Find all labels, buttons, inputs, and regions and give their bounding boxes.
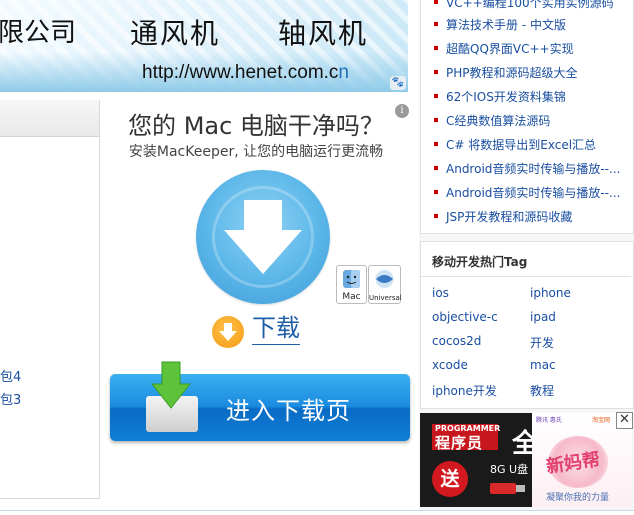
article-title[interactable]: PHP教程和源码超级大全 (446, 66, 578, 80)
bullet-icon (434, 70, 438, 74)
banner-product-2: 轴风机 (278, 17, 369, 50)
ad-subtitle[interactable]: 安装MacKeeper, 让您的电脑运行更流畅 (100, 141, 412, 161)
bullet-icon (434, 190, 438, 194)
universal-badge: Universal (368, 265, 402, 304)
article-title[interactable]: JSP开发教程和源码收藏 (446, 210, 572, 224)
ad2-usb-text: 8G U盘 (490, 463, 529, 476)
bullet-icon (434, 214, 438, 218)
tag-link[interactable]: ios (432, 286, 449, 300)
tag-divider (421, 276, 631, 277)
article-item[interactable]: JSP开发教程和源码收藏 (430, 208, 630, 225)
tag-link[interactable]: cocos2d (432, 334, 481, 348)
article-item[interactable]: C# 将数据导出到Excel汇总 (430, 136, 630, 153)
left-link-1[interactable]: 包4 (0, 366, 21, 385)
bottom-ad[interactable]: PROGRAMMER 程序员 全 送 8G U盘 腾讯 惠氏 淘宝网 新妈帮 凝… (420, 413, 632, 507)
company-banner-ad[interactable]: 限公司 通风机 轴风机 http://www.henet.com.cn 🐾 (0, 0, 408, 92)
mac-badge: Mac (336, 265, 367, 304)
article-title[interactable]: 算法技术手册 - 中文版 (446, 18, 566, 32)
tag-link[interactable]: ipad (530, 310, 556, 324)
article-item[interactable]: 62个IOS开发资料集锦 (430, 88, 630, 105)
bullet-icon (434, 46, 438, 50)
download-small-arrow-icon (219, 323, 237, 341)
bullet-icon (434, 142, 438, 146)
article-title[interactable]: VC++编程100个实用实例源码 (446, 0, 614, 10)
banner-url-suffix: n (338, 62, 349, 83)
ad-title[interactable]: 您的 Mac 电脑干净吗？ (100, 106, 412, 141)
article-title[interactable]: 62个IOS开发资料集锦 (446, 90, 566, 104)
bullet-icon (434, 22, 438, 26)
article-title[interactable]: C经典数值算法源码 (446, 114, 550, 128)
tag-link[interactable]: objective-c (432, 310, 498, 324)
tag-link[interactable]: xcode (432, 358, 468, 372)
article-title[interactable]: 超酷QQ界面VC++实现 (446, 42, 574, 56)
programmer-logo: PROGRAMMER 程序员 (432, 424, 500, 452)
tag-link[interactable]: mac (530, 358, 556, 372)
bottom-divider (0, 510, 634, 515)
banner-company-name: 限公司 (0, 18, 77, 48)
article-item[interactable]: 超酷QQ界面VC++实现 (430, 40, 630, 57)
tag-link[interactable]: 开发 (530, 334, 554, 351)
bullet-icon (434, 166, 438, 170)
article-item[interactable]: Android音频实时传输与播放--... (430, 160, 630, 177)
ad2-gift-badge: 送 (432, 461, 468, 497)
programmer-magazine-ad[interactable]: PROGRAMMER 程序员 全 送 8G U盘 (420, 413, 538, 507)
article-item[interactable]: 算法技术手册 - 中文版 (430, 16, 630, 33)
enter-download-label: 进入下载页 (226, 397, 351, 425)
tag-box-title: 移动开发热门Tag (432, 255, 528, 269)
xinmabang-slogan: 凝聚你我的力量 (546, 493, 610, 503)
download-orange-icon (212, 316, 244, 348)
tag-link[interactable]: iphone开发 (432, 382, 497, 399)
tag-link[interactable]: 教程 (530, 382, 554, 399)
download-arrow-icon (224, 200, 302, 274)
universal-badge-label: Universal (369, 294, 402, 302)
universal-icon (375, 270, 394, 288)
ad2-sponsor-2: 淘宝网 (592, 417, 611, 424)
close-ad-icon[interactable]: ✕ (616, 412, 633, 429)
article-item[interactable]: Android音频实时传输与播放--... (430, 184, 630, 201)
download-circle-icon[interactable] (196, 170, 330, 304)
bullet-icon (434, 118, 438, 122)
left-panel-header (0, 100, 99, 137)
usb-drive-icon (490, 483, 525, 494)
banner-url-main: http://www.henet.com.c (142, 62, 339, 83)
mac-finder-icon (343, 270, 360, 288)
bullet-icon (434, 94, 438, 98)
programmer-logo-cn: 程序员 (435, 434, 484, 452)
download-link[interactable]: 下载 (252, 312, 300, 345)
article-item[interactable]: PHP教程和源码超级大全 (430, 64, 630, 81)
banner-product-1: 通风机 (130, 17, 221, 50)
article-title[interactable]: C# 将数据导出到Excel汇总 (446, 138, 596, 152)
tag-link[interactable]: iphone (530, 286, 571, 300)
banner-url[interactable]: http://www.henet.com.cn (142, 62, 349, 84)
bullet-icon (434, 0, 438, 4)
article-item[interactable]: VC++编程100个实用实例源码 (430, 0, 630, 11)
article-title[interactable]: Android音频实时传输与播放--... (446, 186, 621, 200)
article-title[interactable]: Android音频实时传输与播放--... (446, 162, 621, 176)
left-panel (0, 100, 100, 499)
left-link-2[interactable]: 包3 (0, 389, 21, 408)
paw-icon[interactable]: 🐾 (390, 76, 406, 90)
green-down-arrow-icon (150, 361, 192, 409)
mac-badge-label: Mac (342, 292, 361, 302)
ad2-sponsor-1: 腾讯 惠氏 (536, 417, 562, 424)
article-item[interactable]: C经典数值算法源码 (430, 112, 630, 129)
